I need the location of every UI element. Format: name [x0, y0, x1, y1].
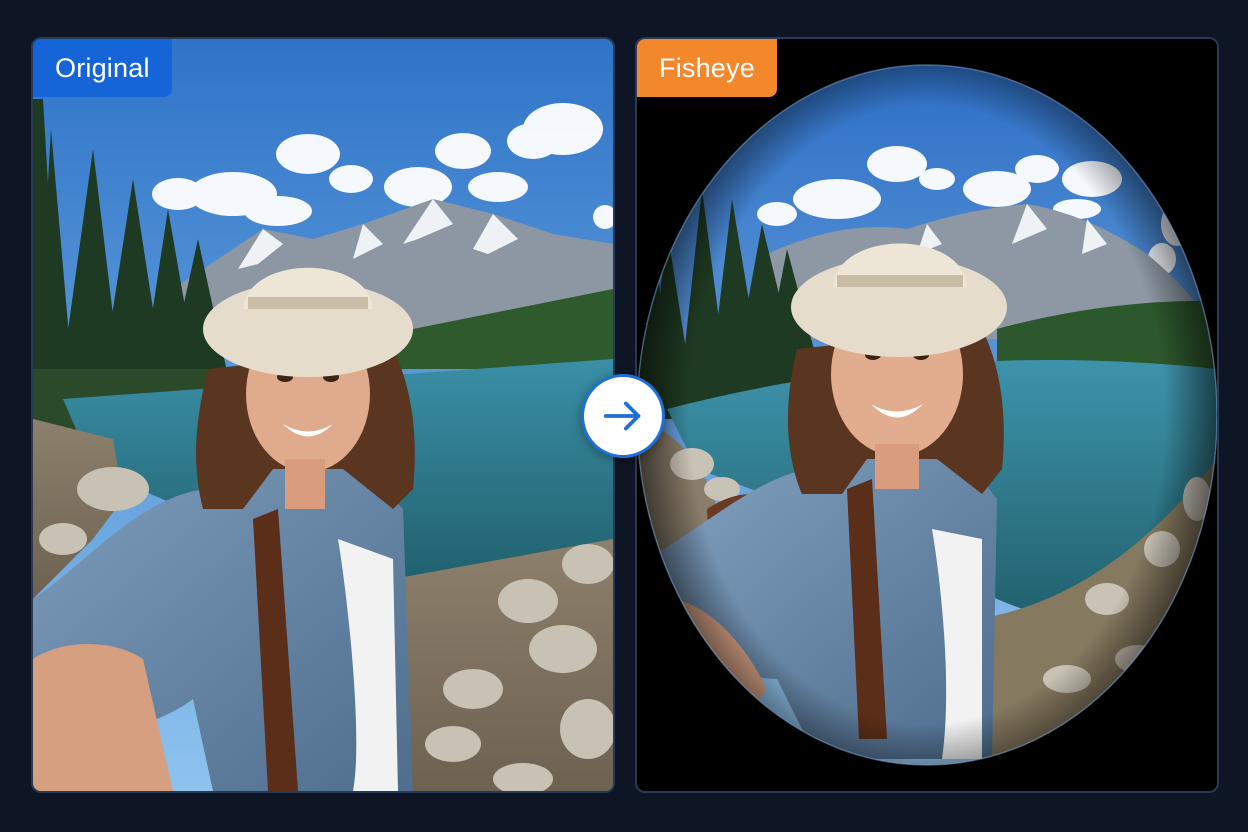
fisheye-photo: [637, 39, 1217, 791]
convert-arrow-button[interactable]: [581, 374, 665, 458]
fisheye-label: Fisheye: [637, 39, 777, 97]
original-photo: [33, 39, 613, 791]
arrow-right-icon: [603, 401, 641, 431]
fisheye-image-panel: Fisheye: [635, 37, 1219, 793]
original-label: Original: [33, 39, 172, 97]
original-image-panel: Original: [31, 37, 615, 793]
